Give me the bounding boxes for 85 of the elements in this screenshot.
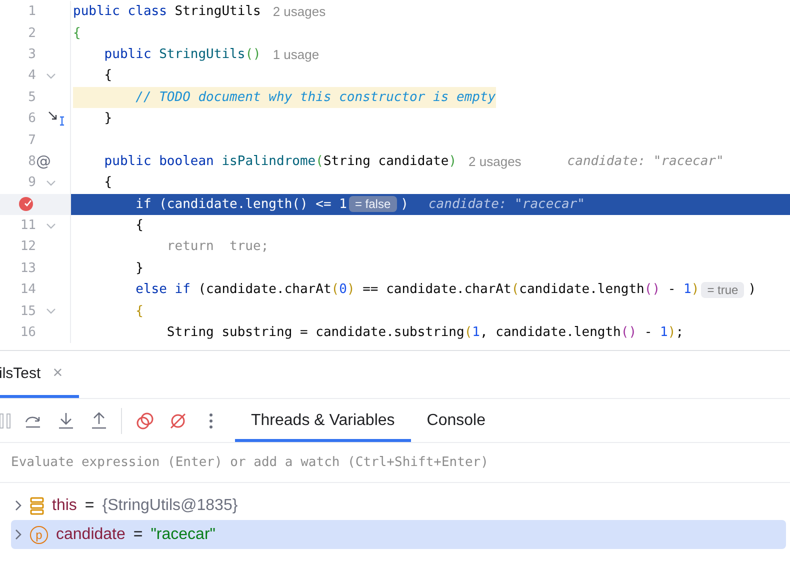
line-number: 4 (27, 68, 36, 84)
code-text: String substring = candidate.substring (166, 325, 464, 340)
variable-value: "racecar" (150, 526, 216, 544)
code-text: candidate.length (519, 282, 644, 298)
todo-comment: // TODO document why this constructor is empty (73, 86, 496, 108)
code-text: public class (73, 4, 168, 20)
code-text: { (103, 175, 112, 190)
code-text: } (103, 111, 112, 126)
fold-chevron-icon[interactable] (46, 308, 56, 314)
code-text: (candidate.length() <= (159, 196, 332, 212)
code-text: ) (691, 282, 700, 298)
code-text: ) (400, 196, 408, 212)
parameter-icon: p (30, 526, 48, 544)
code-text: String candidate (323, 154, 449, 169)
expand-chevron-icon[interactable] (15, 529, 22, 540)
code-text: () (620, 325, 637, 340)
code-text: { (134, 304, 144, 319)
code-text: 0 (339, 282, 347, 298)
fold-chevron-icon[interactable] (46, 72, 56, 79)
code-text: - (666, 282, 677, 298)
code-text: ) (346, 282, 355, 298)
expand-chevron-icon[interactable] (15, 500, 22, 511)
session-tab[interactable]: ilsTest × (0, 351, 79, 398)
code-text: , candidate.length (480, 325, 621, 340)
line-number: 14 (19, 282, 36, 298)
line-number: 12 (19, 239, 36, 254)
code-text: ( (464, 325, 472, 340)
variable-name: this (52, 496, 77, 514)
code-text: if (134, 196, 152, 212)
code-text: else if (134, 282, 192, 298)
variable-value: {StringUtils@1835} (102, 496, 238, 514)
evaluated-value: = true (701, 282, 744, 298)
code-text: == candidate.charAt (362, 282, 512, 298)
code-text: ) (448, 154, 457, 169)
code-text: StringUtils (174, 4, 261, 20)
code-text: public boolean (103, 154, 215, 169)
line-number: 13 (19, 260, 36, 276)
code-text: { (73, 26, 81, 41)
line-number: 2 (27, 26, 36, 41)
code-text: (candidate.charAt (198, 282, 332, 298)
line-number: 3 (27, 46, 36, 62)
code-text: () (644, 282, 660, 298)
code-text: public (103, 46, 152, 62)
code-text: { (134, 218, 144, 234)
code-text: 1 (339, 196, 347, 212)
fold-chevron-icon[interactable] (46, 180, 56, 186)
breakpoint-icon[interactable] (18, 196, 34, 212)
code-text: ; (676, 325, 684, 340)
code-text: return true; (166, 239, 269, 254)
fold-chevron-icon[interactable] (46, 222, 56, 229)
line-number: 1 (27, 4, 36, 20)
variable-row[interactable]: p candidate = "racecar" (11, 520, 786, 549)
inline-value: candidate: "racecar" (567, 154, 724, 169)
code-text: { (103, 68, 112, 84)
code-text: 1 (684, 282, 692, 298)
debugger-tab[interactable]: Console (410, 399, 502, 442)
line-number: 7 (27, 132, 36, 148)
gutter-marker[interactable]: @ (36, 152, 51, 170)
inline-value: candidate: "racecar" (428, 196, 586, 212)
code-text: ) (668, 325, 676, 340)
object-fields-icon (30, 496, 44, 514)
line-number: 16 (19, 325, 36, 340)
code-text: isPalindrome (222, 154, 316, 169)
line-number: 9 (27, 175, 36, 190)
code-text: ( (511, 282, 520, 298)
code-text: ( (331, 282, 340, 298)
code-text: ( (316, 154, 324, 169)
session-tab-label[interactable]: ilsTest (0, 364, 41, 382)
code-text: ) (748, 282, 756, 298)
code-text: 1 (472, 325, 480, 340)
code-text: } (134, 260, 144, 276)
code-text: - (643, 325, 654, 340)
line-number: 5 (27, 90, 36, 105)
code-text: () (245, 46, 261, 62)
variable-row[interactable]: this = {StringUtils@1835} (11, 491, 786, 520)
equals-sign: = (84, 496, 94, 514)
line-number: 11 (19, 218, 36, 234)
code-text: StringUtils (159, 46, 246, 62)
code-text: 1 (660, 325, 668, 340)
equals-sign: = (133, 526, 143, 544)
line-number: 8 (27, 154, 36, 169)
line-number: 15 (19, 304, 36, 319)
variable-name: candidate (56, 526, 126, 544)
evaluated-value: = false (348, 196, 397, 212)
line-number: 6 (27, 111, 36, 126)
